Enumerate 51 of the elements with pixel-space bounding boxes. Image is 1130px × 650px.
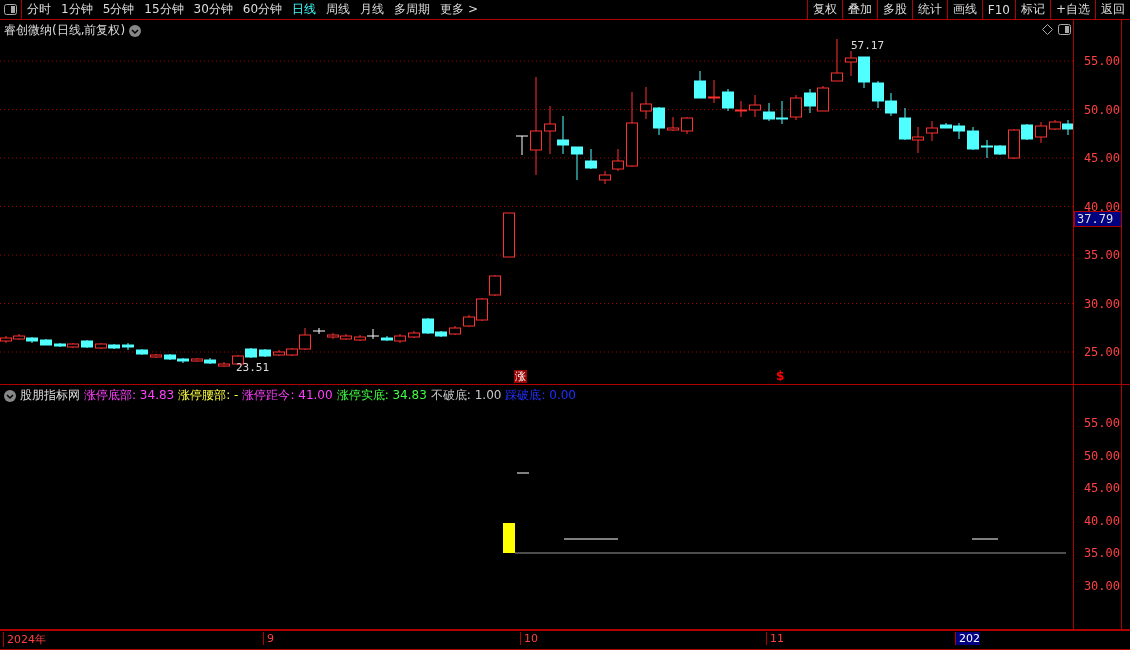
axis-tick-label: 50.00 — [1083, 102, 1120, 117]
indicator-name: 股朋指标网 — [20, 387, 80, 404]
date-label: 2024年 — [3, 632, 46, 647]
period-tab[interactable]: 30分钟 — [188, 1, 238, 18]
indicator-legend-value: 踩破底: 0.00 — [505, 387, 576, 404]
period-tab[interactable]: 月线 — [355, 1, 390, 18]
indicator-line — [516, 472, 530, 474]
axis-tick-label: 45.00 — [1083, 481, 1120, 496]
indicator-legend-value: 涨停实底: 34.83 — [336, 387, 427, 404]
panel-icon — [4, 4, 17, 15]
axis-tick-label: 25.00 — [1083, 345, 1120, 359]
high-price-label: 57.17 — [851, 39, 885, 52]
indicator-legend-value: 涨停腰部: - — [178, 387, 239, 404]
period-tab[interactable]: 多周期 — [389, 1, 436, 18]
axis-tick-label: 40.00 — [1083, 199, 1120, 214]
date-label: 202 — [955, 632, 980, 645]
period-tab[interactable]: 更多 > — [435, 1, 483, 18]
diamond-icon[interactable] — [1042, 24, 1053, 35]
axis-tick-label: 30.00 — [1083, 296, 1120, 311]
axis-tick-label: 35.00 — [1083, 248, 1120, 262]
panel-icon[interactable] — [1058, 24, 1071, 35]
indicator-legend-value: 涨停距今: 41.00 — [242, 387, 333, 404]
period-tab[interactable]: 60分钟 — [237, 1, 288, 18]
axis-tick-label: 55.00 — [1083, 416, 1120, 430]
period-tab[interactable]: 5分钟 — [97, 1, 140, 18]
axis-tick-label: 30.00 — [1083, 579, 1120, 593]
date-label: 9 — [263, 632, 274, 645]
axis-tick-label: 55.00 — [1083, 54, 1120, 68]
chevron-down-icon[interactable] — [4, 389, 16, 402]
chart-title: 睿创微纳(日线,前复权) — [4, 22, 126, 39]
period-tab[interactable]: 周线 — [321, 1, 356, 18]
axis-tick-label: 40.00 — [1083, 513, 1120, 528]
axis-tick-label: 45.00 — [1083, 151, 1120, 165]
period-tab[interactable]: 1分钟 — [56, 1, 98, 18]
limit-up-marker: 涨 — [514, 370, 527, 383]
low-price-label: 23.51 — [236, 361, 270, 374]
current-price-label: 37.79 — [1074, 211, 1122, 227]
period-tab[interactable]: 15分钟 — [139, 1, 189, 18]
indicator-legend-value: 涨停底部: 34.83 — [84, 387, 175, 404]
period-tab[interactable]: 分时 — [22, 1, 56, 18]
period-tab[interactable]: 日线 — [287, 1, 322, 18]
axis-tick-label: 50.00 — [1083, 448, 1120, 463]
signal-marker: $ — [776, 369, 785, 383]
indicator-bar — [503, 523, 515, 553]
chevron-down-icon[interactable] — [129, 24, 142, 37]
indicator-line — [971, 538, 999, 540]
indicator-line — [563, 538, 619, 540]
axis-tick-label: 35.00 — [1083, 546, 1120, 561]
date-label: 11 — [766, 632, 784, 645]
indicator-legend-value: 不破底: 1.00 — [430, 387, 502, 404]
date-label: 10 — [520, 632, 538, 645]
